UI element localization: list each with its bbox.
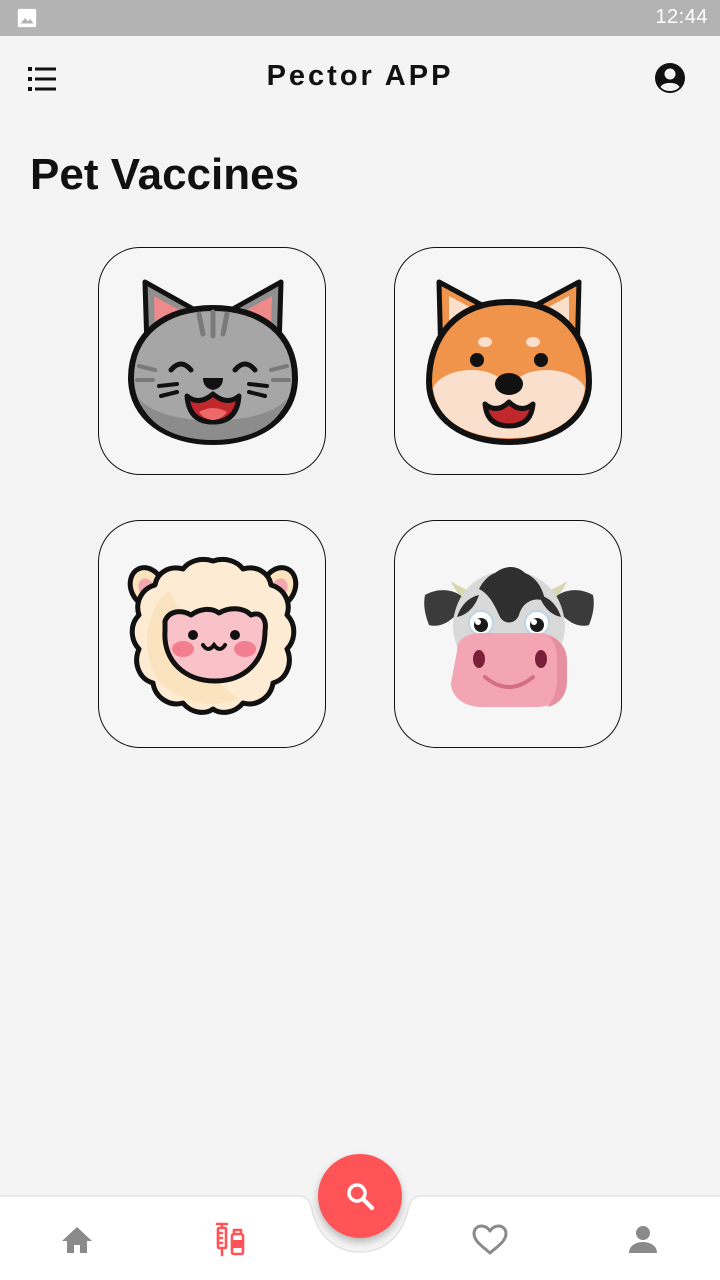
account-circle-icon[interactable] [652, 60, 688, 96]
sheep-icon [127, 556, 299, 715]
pet-card-sheep[interactable] [98, 520, 326, 748]
heart-icon[interactable] [468, 1220, 512, 1260]
pet-card-cat[interactable] [98, 247, 326, 475]
pet-card-cow[interactable] [394, 520, 622, 748]
pet-card-dog[interactable] [394, 247, 622, 475]
home-icon[interactable] [55, 1220, 99, 1260]
app-title: Pector APP [266, 60, 454, 92]
search-fab-button[interactable] [318, 1154, 402, 1238]
status-bar: 12:44 [0, 0, 720, 36]
app-bar: Pector APP [0, 36, 720, 120]
page-title: Pet Vaccines [30, 150, 300, 199]
image-icon [17, 8, 37, 28]
cow-icon [424, 567, 594, 707]
status-clock: 12:44 [655, 6, 708, 28]
dog-icon [425, 279, 593, 446]
vaccine-icon[interactable] [207, 1220, 251, 1260]
cat-icon [127, 279, 299, 446]
person-icon[interactable] [621, 1220, 665, 1260]
search-icon [347, 1183, 375, 1211]
